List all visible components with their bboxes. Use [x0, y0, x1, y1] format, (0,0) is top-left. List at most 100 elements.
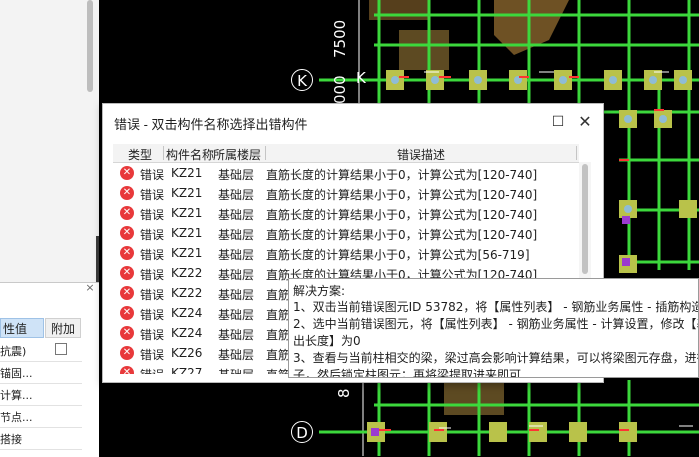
tooltip-line: 3、查看与当前柱相交的梁，梁过高会影响计算结果，可以将梁图元存盘，进行 [293, 351, 699, 365]
property-row[interactable]: 锚固... [0, 361, 82, 384]
cell-floor: 基础层 [218, 168, 255, 182]
property-label: 计算... [0, 389, 33, 402]
cell-type: 错误 [140, 208, 165, 222]
column-divider[interactable] [163, 146, 164, 160]
cell-floor: 基础层 [218, 308, 255, 322]
dialog-title: 错误 - 双击构件名称选择出错构件 [114, 117, 308, 132]
cell-type: 错误 [140, 328, 165, 342]
column-header-type[interactable]: 类型 [128, 146, 152, 163]
property-row[interactable]: 搭接 [0, 427, 82, 450]
property-checkbox[interactable] [55, 343, 67, 355]
cell-component-name[interactable]: KZ24 [171, 306, 202, 320]
table-row[interactable]: ✕ 错误 KZ21 基础层 直筋长度的计算结果小于0，计算公式为[120-740] [113, 203, 579, 223]
dialog-titlebar[interactable]: 错误 - 双击构件名称选择出错构件 ☐ ✕ [103, 104, 603, 141]
cell-description: 直筋长度的计算结果小于0，计算公式为[56-719] [266, 248, 530, 262]
axis-k-circle: K [291, 69, 313, 91]
cell-description: 直筋 [266, 288, 291, 302]
cell-type: 错误 [140, 366, 164, 374]
cell-description: 直筋 [266, 328, 291, 342]
cell-component-name[interactable]: KZ24 [171, 326, 202, 340]
error-icon: ✕ [120, 266, 134, 280]
table-row[interactable]: ✕ 错误 KZ21 基础层 直筋长度的计算结果小于0，计算公式为[56-719] [113, 243, 579, 263]
error-icon: ✕ [120, 206, 134, 220]
cell-type: 错误 [140, 348, 165, 362]
property-label: 节点... [0, 411, 33, 424]
dimension-label-000: 000 [331, 75, 349, 104]
error-icon: ✕ [120, 226, 134, 240]
dimension-label-8: 8 [335, 388, 353, 398]
cell-component-name[interactable]: KZ21 [171, 246, 202, 260]
cell-floor: 基础层 [218, 188, 255, 202]
axis-k-label: K [356, 69, 366, 87]
cell-description: 直筋 [266, 366, 290, 374]
error-icon: ✕ [120, 186, 134, 200]
error-icon: ✕ [120, 326, 134, 340]
column-header-floor[interactable]: 所属楼层 [213, 146, 261, 163]
cell-floor: 基础层 [218, 248, 255, 262]
property-label: 抗震) [0, 345, 27, 358]
cell-type: 错误 [140, 228, 165, 242]
column-divider[interactable] [576, 146, 577, 160]
cell-component-name[interactable]: KZ26 [171, 346, 202, 360]
cell-type: 错误 [140, 268, 165, 282]
property-row[interactable]: 计算... [0, 383, 82, 406]
error-icon: ✕ [120, 346, 134, 360]
error-icon: ✕ [120, 246, 134, 260]
maximize-icon[interactable]: ☐ [547, 112, 569, 132]
property-panel-close-icon[interactable]: × [84, 282, 96, 294]
cell-component-name[interactable]: KZ21 [171, 166, 202, 180]
tooltip-line: 子，然后锁定柱图元；再将梁提取进来即可 [293, 368, 522, 378]
cell-description: 直筋长度的计算结果小于0，计算公式为[120-740] [266, 168, 538, 182]
table-scrollbar-thumb[interactable] [582, 164, 588, 274]
error-icon: ✕ [120, 286, 134, 300]
table-row[interactable]: ✕ 错误 KZ21 基础层 直筋长度的计算结果小于0，计算公式为[120-740] [113, 223, 579, 243]
cell-floor: 基础层 [218, 366, 254, 374]
cell-description: 直筋长度的计算结果小于0，计算公式为[120-740] [266, 208, 538, 222]
cell-type: 错误 [140, 168, 165, 182]
cell-type: 错误 [140, 188, 165, 202]
cell-component-name[interactable]: KZ21 [171, 226, 202, 240]
column-divider[interactable] [265, 146, 266, 160]
cell-floor: 基础层 [218, 208, 255, 222]
solution-tooltip: 解决方案: 1、双击当前错误图元ID 53782，将【属性列表】 - 钢筋业务属… [288, 278, 699, 378]
cell-description: 直筋长度的计算结果小于0，计算公式为[120-740] [266, 188, 538, 202]
cell-floor: 基础层 [218, 268, 255, 282]
cell-type: 错误 [140, 288, 165, 302]
cell-type: 错误 [140, 248, 165, 262]
property-label: 锚固... [0, 367, 33, 380]
cell-component-name[interactable]: KZ21 [171, 186, 202, 200]
property-row[interactable]: 抗震) [0, 339, 82, 362]
cell-component-name[interactable]: KZ22 [171, 286, 202, 300]
tooltip-line: 解决方案: [293, 284, 346, 298]
axis-d-circle: D [291, 421, 313, 443]
left-scrollbar-thumb[interactable] [87, 0, 93, 92]
property-extra-header: 附加 [45, 318, 81, 338]
property-value-header: 性值 [0, 318, 44, 338]
table-row[interactable]: ✕ 错误 KZ21 基础层 直筋长度的计算结果小于0，计算公式为[120-740] [113, 163, 579, 183]
column-header-description[interactable]: 错误描述 [397, 146, 445, 163]
tooltip-line: 出长度】为0 [293, 334, 361, 348]
cell-component-name[interactable]: KZ27 [171, 366, 202, 374]
dimension-label-7500: 7500 [331, 19, 349, 58]
cell-description: 直筋 [266, 348, 291, 362]
error-icon: ✕ [120, 306, 134, 320]
error-icon: ✕ [120, 366, 134, 374]
property-label: 搭接 [0, 433, 22, 446]
column-header-name[interactable]: 构件名称 [166, 146, 214, 163]
table-header: 类型 构件名称 所属楼层 错误描述 [113, 144, 579, 163]
close-icon[interactable]: ✕ [574, 112, 596, 132]
cell-floor: 基础层 [218, 288, 255, 302]
cell-description: 直筋长度的计算结果小于0，计算公式为[120-740] [266, 228, 538, 242]
cell-component-name[interactable]: KZ21 [171, 206, 202, 220]
cell-description: 直筋 [266, 308, 291, 322]
cell-floor: 基础层 [218, 328, 255, 342]
tooltip-line: 2、选中当前错误图元，将【属性列表】 - 钢筋业务属性 - 计算设置，修改【基 [293, 317, 699, 331]
property-row[interactable]: 节点... [0, 405, 82, 428]
table-row[interactable]: ✕ 错误 KZ21 基础层 直筋长度的计算结果小于0，计算公式为[120-740] [113, 183, 579, 203]
cell-floor: 基础层 [218, 348, 255, 362]
tooltip-line: 1、双击当前错误图元ID 53782，将【属性列表】 - 钢筋业务属性 - 插筋… [293, 300, 699, 314]
cell-component-name[interactable]: KZ22 [171, 266, 202, 280]
cell-floor: 基础层 [218, 228, 255, 242]
error-icon: ✕ [120, 166, 134, 180]
cell-type: 错误 [140, 308, 165, 322]
